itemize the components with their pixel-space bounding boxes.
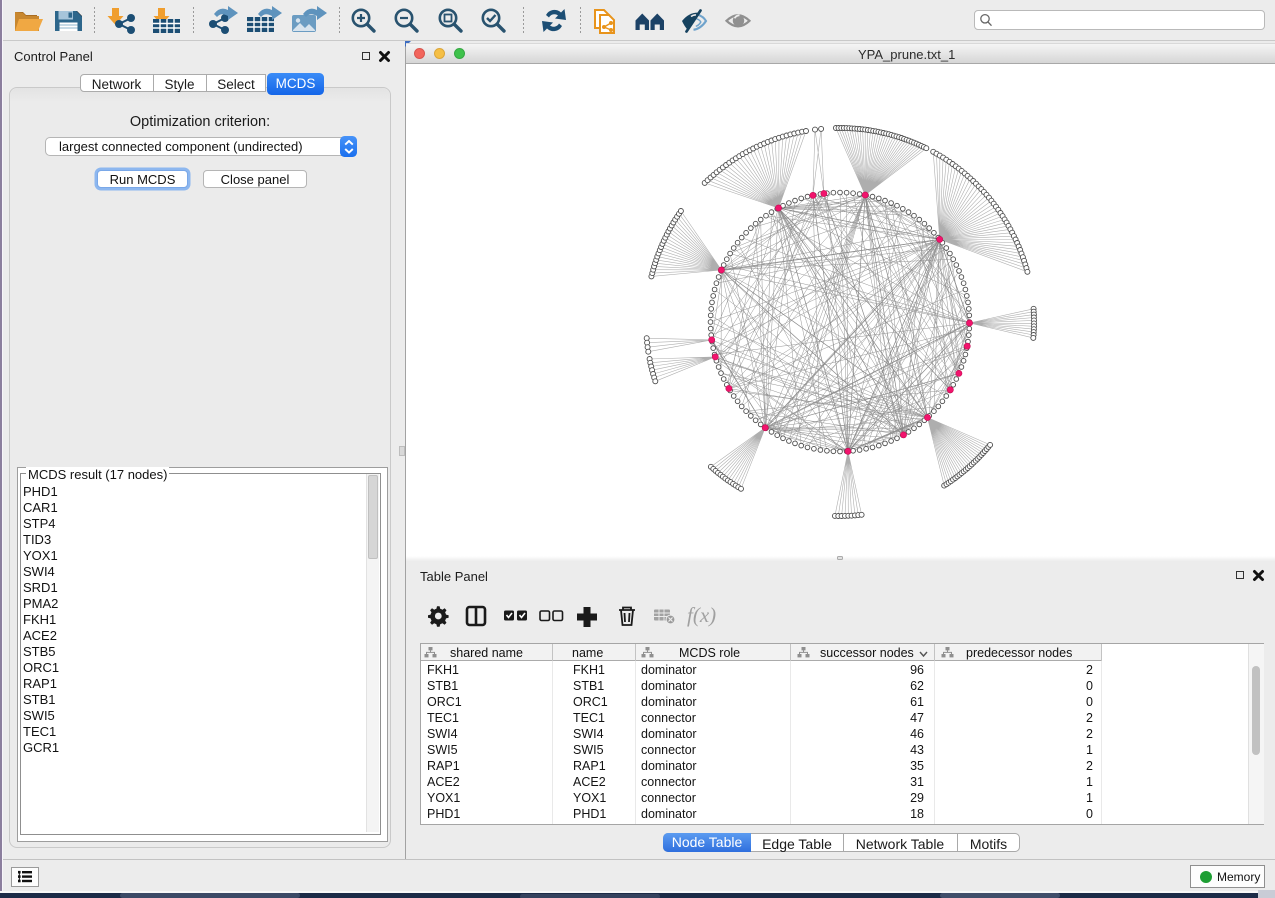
- svg-text:f(x): f(x): [687, 603, 716, 627]
